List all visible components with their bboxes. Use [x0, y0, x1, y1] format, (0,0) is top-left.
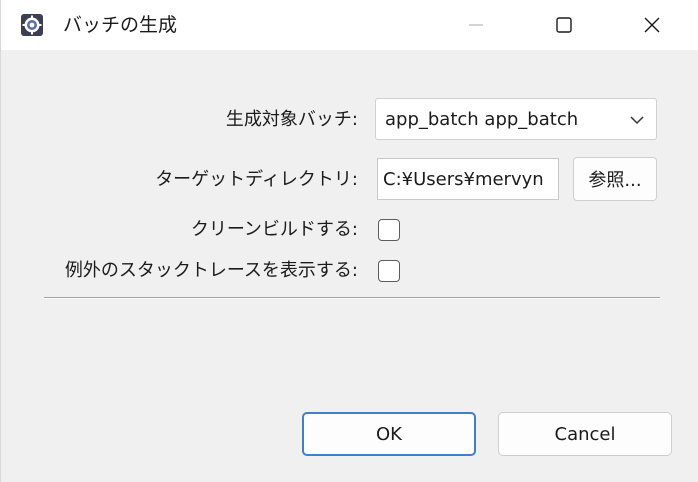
ok-button[interactable]: OK [302, 412, 476, 456]
target-batch-label: 生成対象バッチ: [225, 109, 358, 130]
browse-button[interactable]: 参照... [573, 157, 657, 201]
title-bar[interactable]: バッチの生成 [1, 0, 698, 50]
close-button[interactable] [629, 0, 675, 50]
minimize-icon [469, 24, 483, 26]
show-stacktrace-checkbox[interactable] [378, 260, 400, 282]
app-gear-icon [20, 13, 44, 37]
chevron-down-icon [630, 116, 644, 125]
clean-build-checkbox[interactable] [378, 219, 400, 241]
show-stacktrace-label: 例外のスタックトレースを表示する: [64, 260, 358, 281]
target-batch-select[interactable]: app_batch app_batch [375, 98, 657, 140]
batch-generate-dialog: バッチの生成 生成対象バッチ: app_batch app_batch ターゲッ… [0, 0, 698, 482]
minimize-button[interactable] [453, 0, 499, 50]
clean-build-label: クリーンビルドする: [190, 219, 358, 240]
maximize-icon [556, 17, 572, 33]
target-batch-value: app_batch app_batch [385, 109, 579, 130]
target-dir-label: ターゲットディレクトリ: [155, 169, 358, 190]
maximize-button[interactable] [541, 0, 587, 50]
cancel-button[interactable]: Cancel [498, 412, 672, 456]
separator [44, 297, 660, 299]
target-dir-input[interactable] [377, 158, 559, 200]
window-title: バッチの生成 [63, 14, 178, 36]
close-icon [644, 17, 660, 33]
